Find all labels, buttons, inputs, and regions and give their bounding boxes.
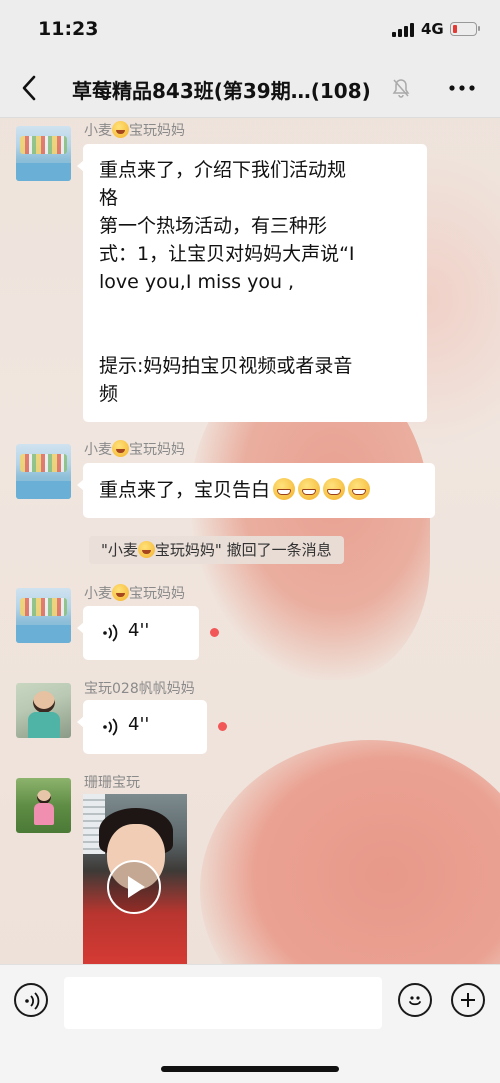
avatar[interactable] bbox=[16, 778, 71, 833]
sender-name: 珊珊宝玩 bbox=[84, 775, 140, 791]
grin-emoji-icon bbox=[137, 541, 155, 558]
voice-wave-icon bbox=[103, 718, 118, 736]
back-arrow-icon[interactable] bbox=[18, 74, 42, 102]
voice-input-button[interactable] bbox=[14, 983, 48, 1017]
sender-name: 宝玩028帆帆妈妈 bbox=[84, 681, 195, 697]
unread-dot bbox=[210, 628, 219, 637]
message-input[interactable] bbox=[64, 977, 382, 1029]
emoji-button[interactable] bbox=[398, 983, 432, 1017]
network-type: 4G bbox=[421, 20, 444, 38]
avatar[interactable] bbox=[16, 588, 71, 643]
grimace-emoji-icon bbox=[298, 478, 321, 500]
message-bubble[interactable]: 重点来了，宝贝告白 bbox=[77, 463, 435, 518]
voice-duration: 4'' bbox=[128, 620, 150, 641]
grin-emoji-icon bbox=[112, 440, 129, 457]
mute-bell-icon bbox=[392, 79, 410, 98]
smiley-icon bbox=[409, 996, 421, 1006]
sender-name: 小麦 宝玩妈妈 bbox=[84, 121, 185, 139]
video-message[interactable] bbox=[83, 794, 187, 964]
grimace-emoji-icon bbox=[273, 478, 296, 500]
voice-message[interactable]: 4'' bbox=[77, 700, 207, 754]
avatar[interactable] bbox=[16, 126, 71, 181]
sender-name: 小麦 宝玩妈妈 bbox=[84, 584, 185, 602]
recall-notice: "小麦 宝玩妈妈" 撤回了一条消息 bbox=[89, 536, 344, 564]
status-bar: 11:23 4G bbox=[0, 0, 500, 58]
plus-icon bbox=[461, 993, 475, 1007]
avatar[interactable] bbox=[16, 444, 71, 499]
sender-name: 小麦 宝玩妈妈 bbox=[84, 440, 185, 458]
grimace-emoji-icon bbox=[323, 478, 346, 500]
message-text: 重点来了，宝贝告白 bbox=[99, 479, 271, 501]
message-text: 重点来了，介绍下我们活动规 格 第一个热场活动，有三种形 式：1，让宝贝对妈妈大… bbox=[99, 159, 355, 405]
grimace-emoji-icon bbox=[348, 478, 371, 500]
status-time: 11:23 bbox=[38, 18, 99, 40]
add-more-button[interactable] bbox=[451, 983, 485, 1017]
home-indicator bbox=[161, 1066, 339, 1072]
battery-icon bbox=[450, 22, 480, 36]
voice-wave-icon bbox=[103, 624, 118, 642]
message-bubble[interactable]: 重点来了，介绍下我们活动规 格 第一个热场活动，有三种形 式：1，让宝贝对妈妈大… bbox=[77, 144, 427, 422]
more-options-icon[interactable] bbox=[448, 78, 476, 98]
signal-icon bbox=[392, 23, 414, 37]
play-icon[interactable] bbox=[107, 860, 161, 914]
avatar[interactable] bbox=[16, 683, 71, 738]
grin-emoji-icon bbox=[112, 121, 129, 138]
voice-wave-icon bbox=[25, 992, 40, 1010]
unread-dot bbox=[218, 722, 227, 731]
chat-title: 草莓精品843班(第39期…(108) bbox=[72, 79, 371, 103]
message-list[interactable]: 小麦 宝玩妈妈 重点来了，介绍下我们活动规 格 第一个热场活动，有三种形 式：1，… bbox=[0, 118, 500, 964]
grin-emoji-icon bbox=[112, 584, 129, 601]
voice-duration: 4'' bbox=[128, 714, 150, 735]
chat-header: 草莓精品843班(第39期…(108) bbox=[0, 58, 500, 118]
voice-message[interactable]: 4'' bbox=[77, 606, 199, 660]
